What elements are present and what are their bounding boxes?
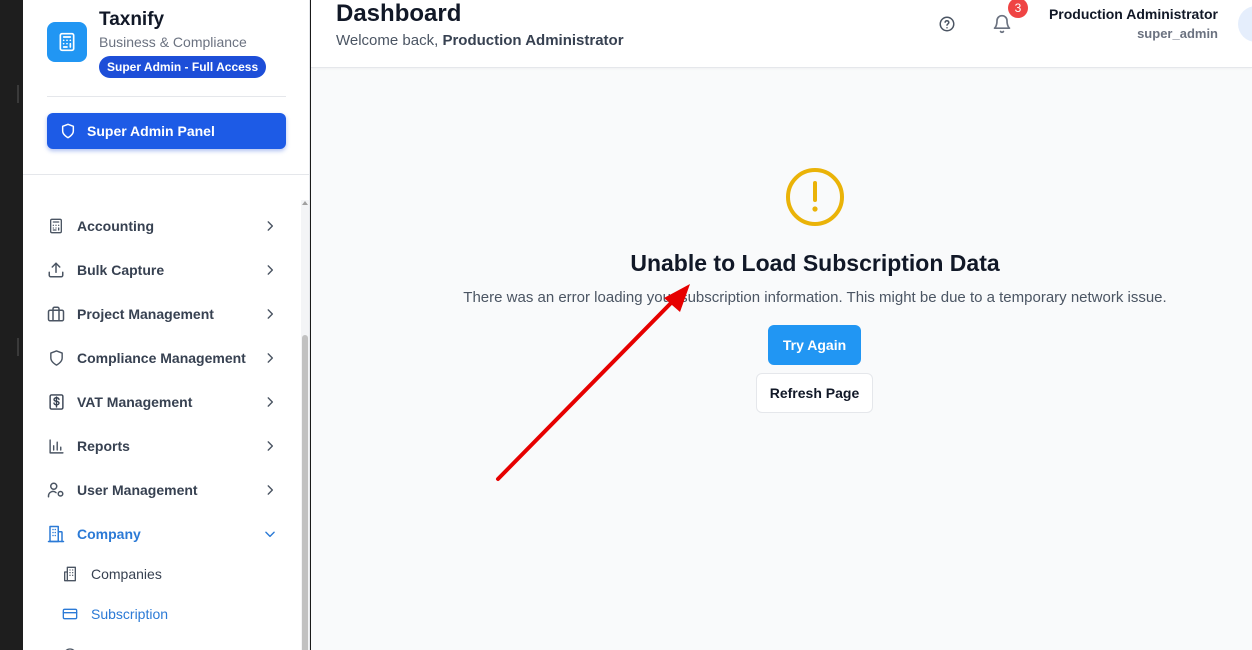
nav-item-label: Reports [77,438,130,454]
welcome-prefix: Welcome back, [336,32,439,49]
credit-card-icon [62,606,78,622]
nav-item-label: VAT Management [77,394,193,410]
chevron-right-icon [263,219,277,233]
nav-item-company[interactable]: Company [47,514,277,554]
notifications-button[interactable] [992,13,1012,35]
brand-name: Taxnify [99,9,165,30]
nav-item-label: Project Management [77,306,214,322]
help-button[interactable] [938,15,956,33]
main-content: Dashboard Welcome back, Production Admin… [311,0,1252,650]
nav-item-label: User Management [77,482,198,498]
upload-icon [47,261,65,279]
buildings-icon [62,566,78,582]
nav-item-project-management[interactable]: Project Management [47,294,277,334]
top-header: Dashboard Welcome back, Production Admin… [311,0,1252,68]
page-title: Dashboard [336,0,462,27]
divider [23,174,309,175]
brand[interactable]: Taxnify Business & Compliance Super Admi… [47,8,267,78]
sidebar-scrollbar-thumb[interactable] [302,335,308,650]
nav-item-label: Bulk Capture [77,262,165,278]
chevron-right-icon [263,263,277,277]
error-message: There was an error loading your subscrip… [463,289,1167,306]
divider [47,96,286,97]
nav-item-compliance-management[interactable]: Compliance Management [47,338,277,378]
notification-count-badge: 3 [1008,0,1028,18]
edge-mark [17,338,19,356]
sidebar: Taxnify Business & Compliance Super Admi… [23,0,310,650]
desktop-edge [0,0,23,650]
user-cog-icon [47,481,65,499]
sub-item-label: Subscription [91,606,169,622]
chevron-down-icon [263,527,277,541]
help-circle-icon [938,15,956,33]
nav-item-label: Accounting [77,218,154,234]
user-role: super_admin [1137,26,1218,41]
bar-chart-icon [47,437,65,455]
nav-item-user-management[interactable]: User Management [47,470,277,510]
role-badge: Super Admin - Full Access [99,56,267,78]
error-title: Unable to Load Subscription Data [630,250,1000,276]
shield-icon [60,123,76,139]
nav-item-label: Compliance Management [77,350,246,366]
dollar-square-icon [47,393,65,411]
scroll-up-arrow-icon[interactable] [302,201,308,205]
nav-item-vat-management[interactable]: VAT Management [47,382,277,422]
sub-item-partial [62,638,91,650]
user-name[interactable]: Production Administrator [1049,5,1218,23]
chevron-right-icon [263,439,277,453]
calculator-icon [47,22,87,62]
nav-item-label: Company [77,526,141,542]
chevron-right-icon [263,395,277,409]
sub-item-companies[interactable]: Companies [62,557,162,591]
refresh-page-button[interactable]: Refresh Page [756,373,873,413]
edge-mark [17,85,19,103]
nav-item-accounting[interactable]: Accounting [47,206,277,246]
shield-icon [47,349,65,367]
warning-circle-icon [785,167,845,227]
chevron-right-icon [263,351,277,365]
welcome-text: Welcome back, Production Administrator [336,31,624,51]
brand-subtitle: Business & Compliance [99,34,247,50]
bell-icon [992,13,1012,35]
nav-item-reports[interactable]: Reports [47,426,277,466]
chevron-right-icon [263,307,277,321]
sub-item-subscription[interactable]: Subscription [62,597,168,631]
super-admin-panel-button[interactable]: Super Admin Panel [47,113,286,149]
chevron-right-icon [263,483,277,497]
welcome-name: Production Administrator [442,32,624,49]
avatar[interactable] [1238,6,1252,42]
super-admin-panel-label: Super Admin Panel [87,123,215,139]
calculator-icon [47,217,65,235]
nav-item-bulk-capture[interactable]: Bulk Capture [47,250,277,290]
briefcase-icon [47,305,65,323]
sub-item-label: Companies [91,566,162,582]
try-again-button[interactable]: Try Again [768,325,861,365]
building-icon [47,525,65,543]
